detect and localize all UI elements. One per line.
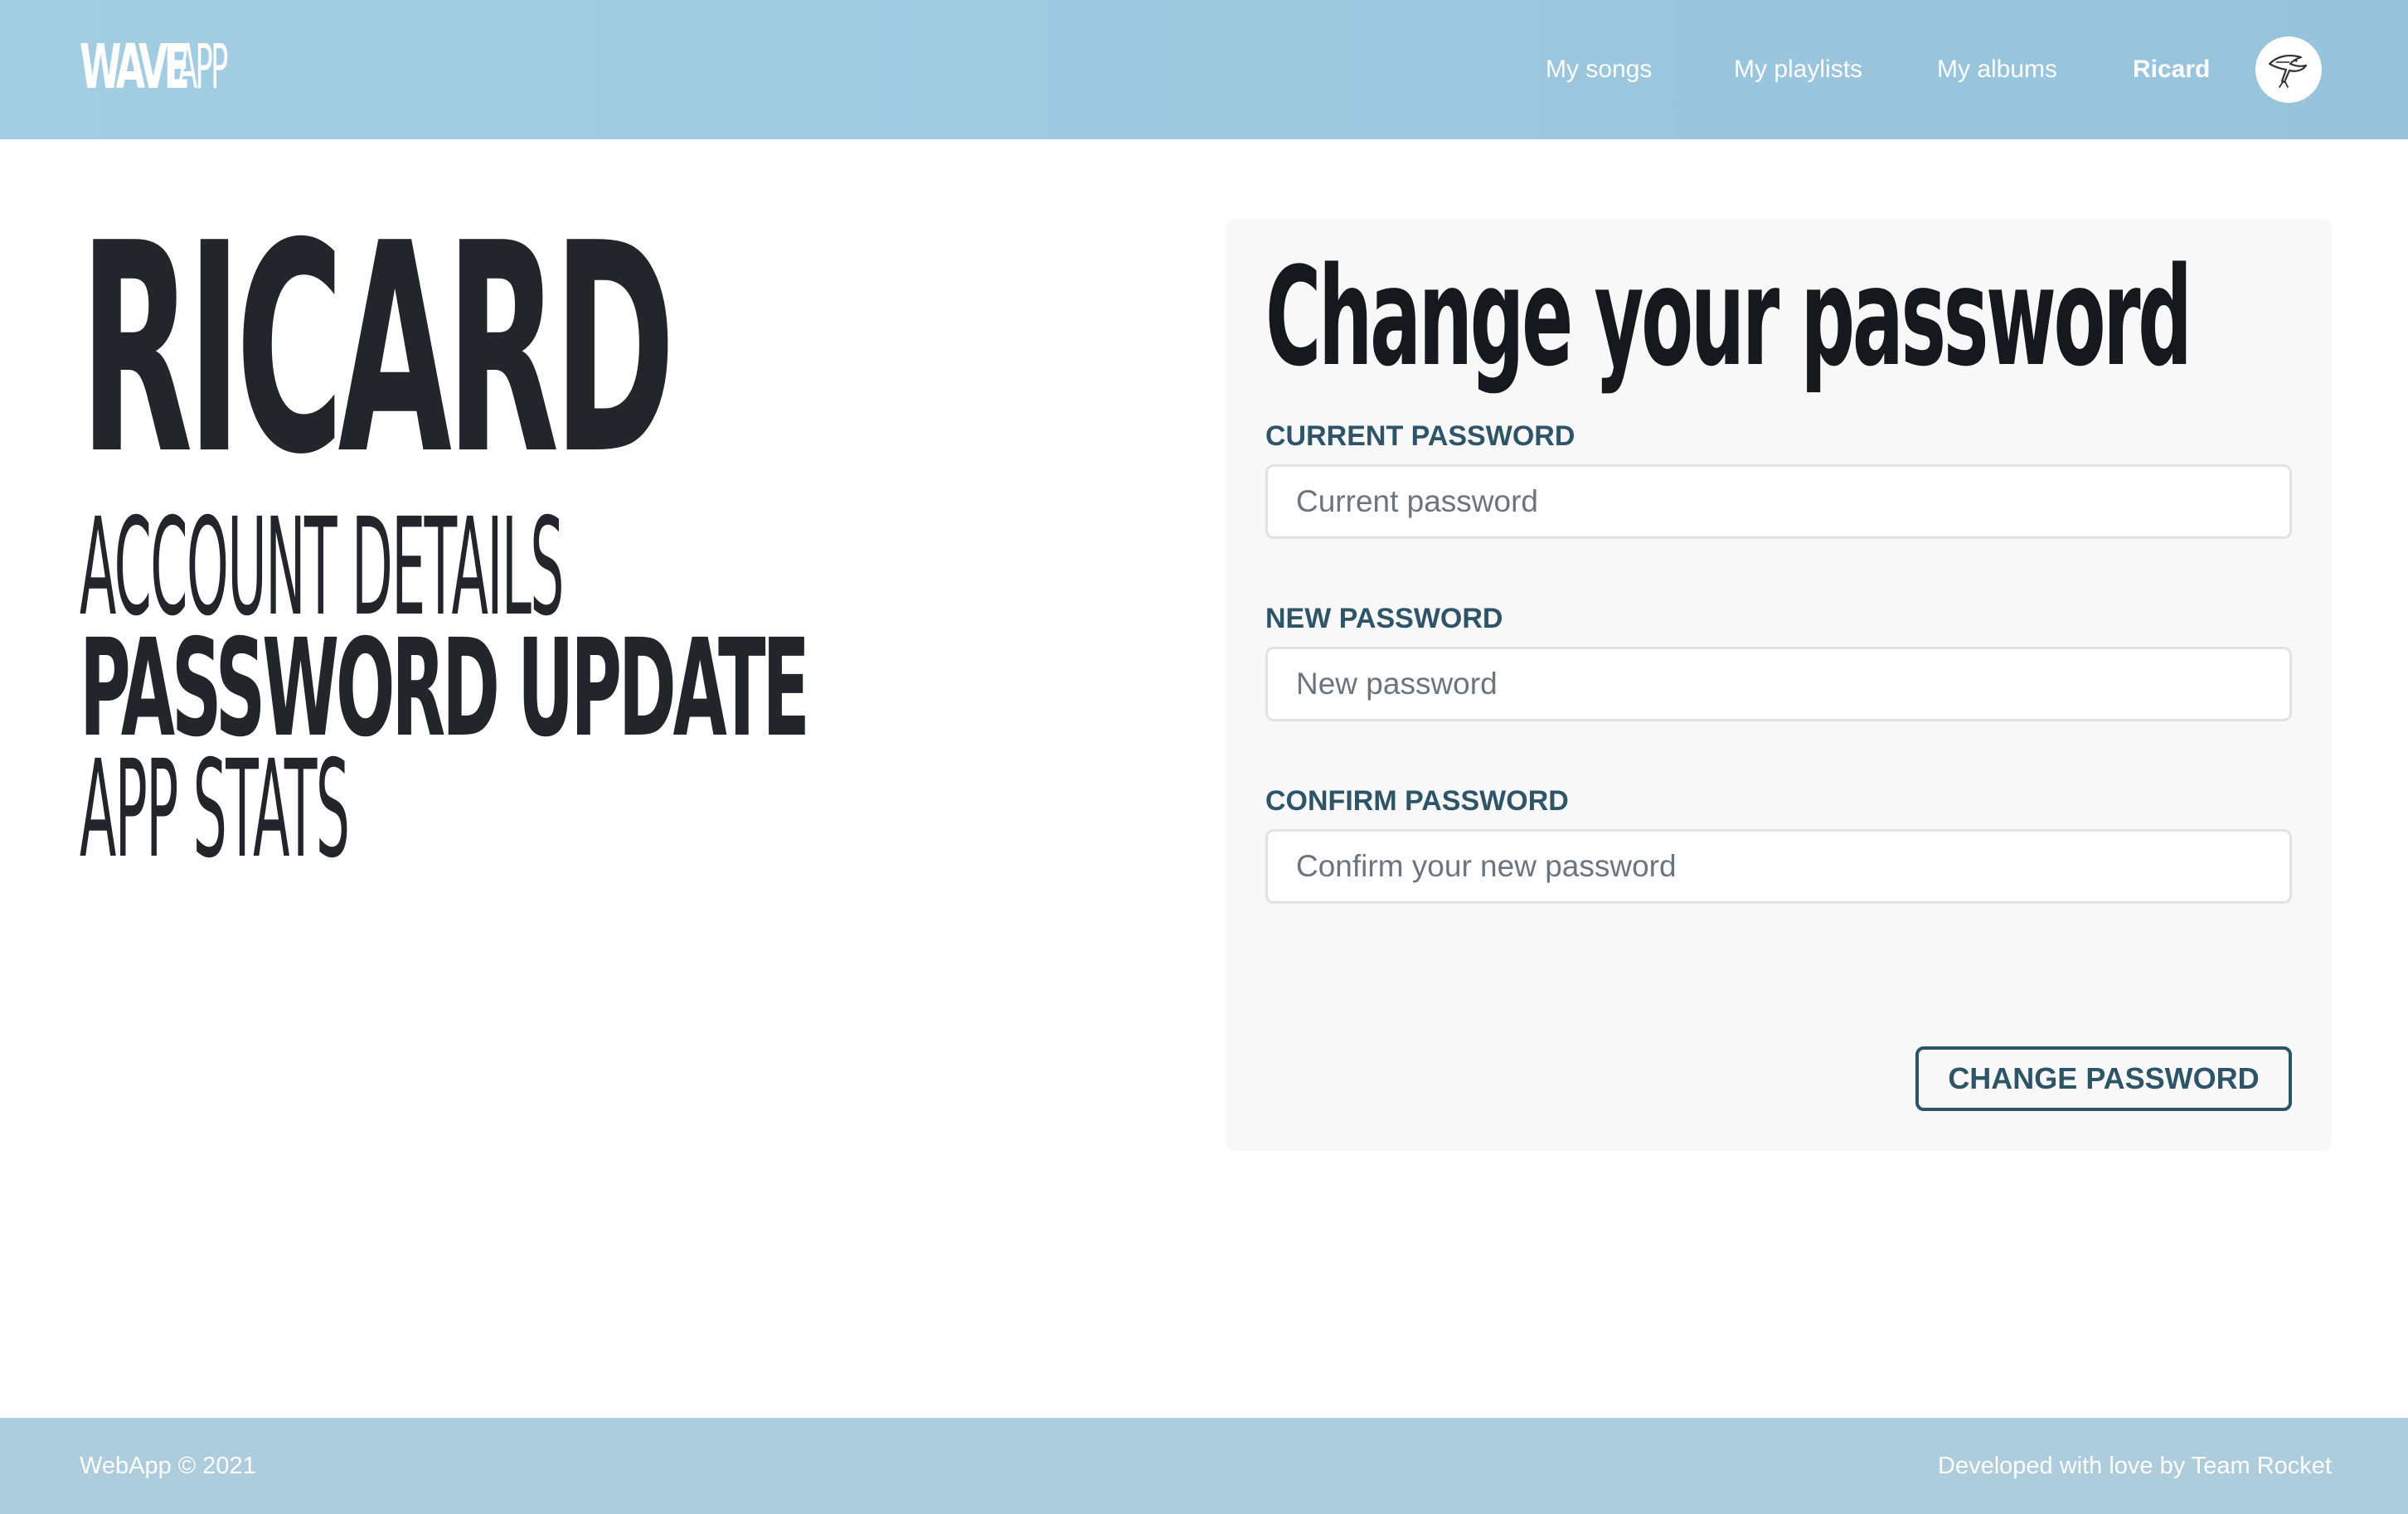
bird-avatar-icon	[2268, 55, 2308, 88]
confirm-password-label: CONFIRM PASSWORD	[1265, 785, 1569, 817]
form-title: Change your password	[1265, 238, 2192, 396]
nav-user-profile[interactable]: Ricard	[2133, 51, 2210, 88]
nav-my-songs[interactable]: My songs	[1546, 51, 1652, 88]
user-name-title: RICARD	[80, 182, 676, 518]
footer-copyright: WebApp © 2021	[80, 1453, 256, 1479]
new-password-label: NEW PASSWORD	[1265, 603, 1503, 634]
change-password-button[interactable]: CHANGE PASSWORD	[1915, 1046, 2292, 1111]
menu-password-update[interactable]: PASSWORD UPDATE	[80, 622, 810, 756]
app-logo[interactable]: WAVE APP	[80, 32, 279, 98]
user-avatar[interactable]	[2255, 36, 2322, 103]
new-password-input[interactable]	[1265, 647, 2292, 721]
logo-strong-text: WAVE	[80, 32, 190, 103]
nav-my-playlists[interactable]: My playlists	[1734, 51, 1862, 88]
change-password-card: Change your password CURRENT PASSWORD NE…	[1226, 219, 2332, 1151]
menu-account-details[interactable]: ACCOUNT DETAILS	[80, 501, 564, 635]
current-password-label: CURRENT PASSWORD	[1265, 420, 1575, 452]
menu-app-stats[interactable]: APP STATS	[80, 743, 350, 877]
page-footer: WebApp © 2021 Developed with love by Tea…	[0, 1418, 2408, 1514]
top-navbar: WAVE APP My songs My playlists My albums…	[0, 0, 2408, 139]
confirm-password-input[interactable]	[1265, 829, 2292, 904]
nav-my-albums[interactable]: My albums	[1937, 51, 2057, 88]
footer-credits: Developed with love by Team Rocket	[1938, 1453, 2332, 1479]
logo-light-text: APP	[177, 32, 228, 103]
current-password-input[interactable]	[1265, 464, 2292, 539]
